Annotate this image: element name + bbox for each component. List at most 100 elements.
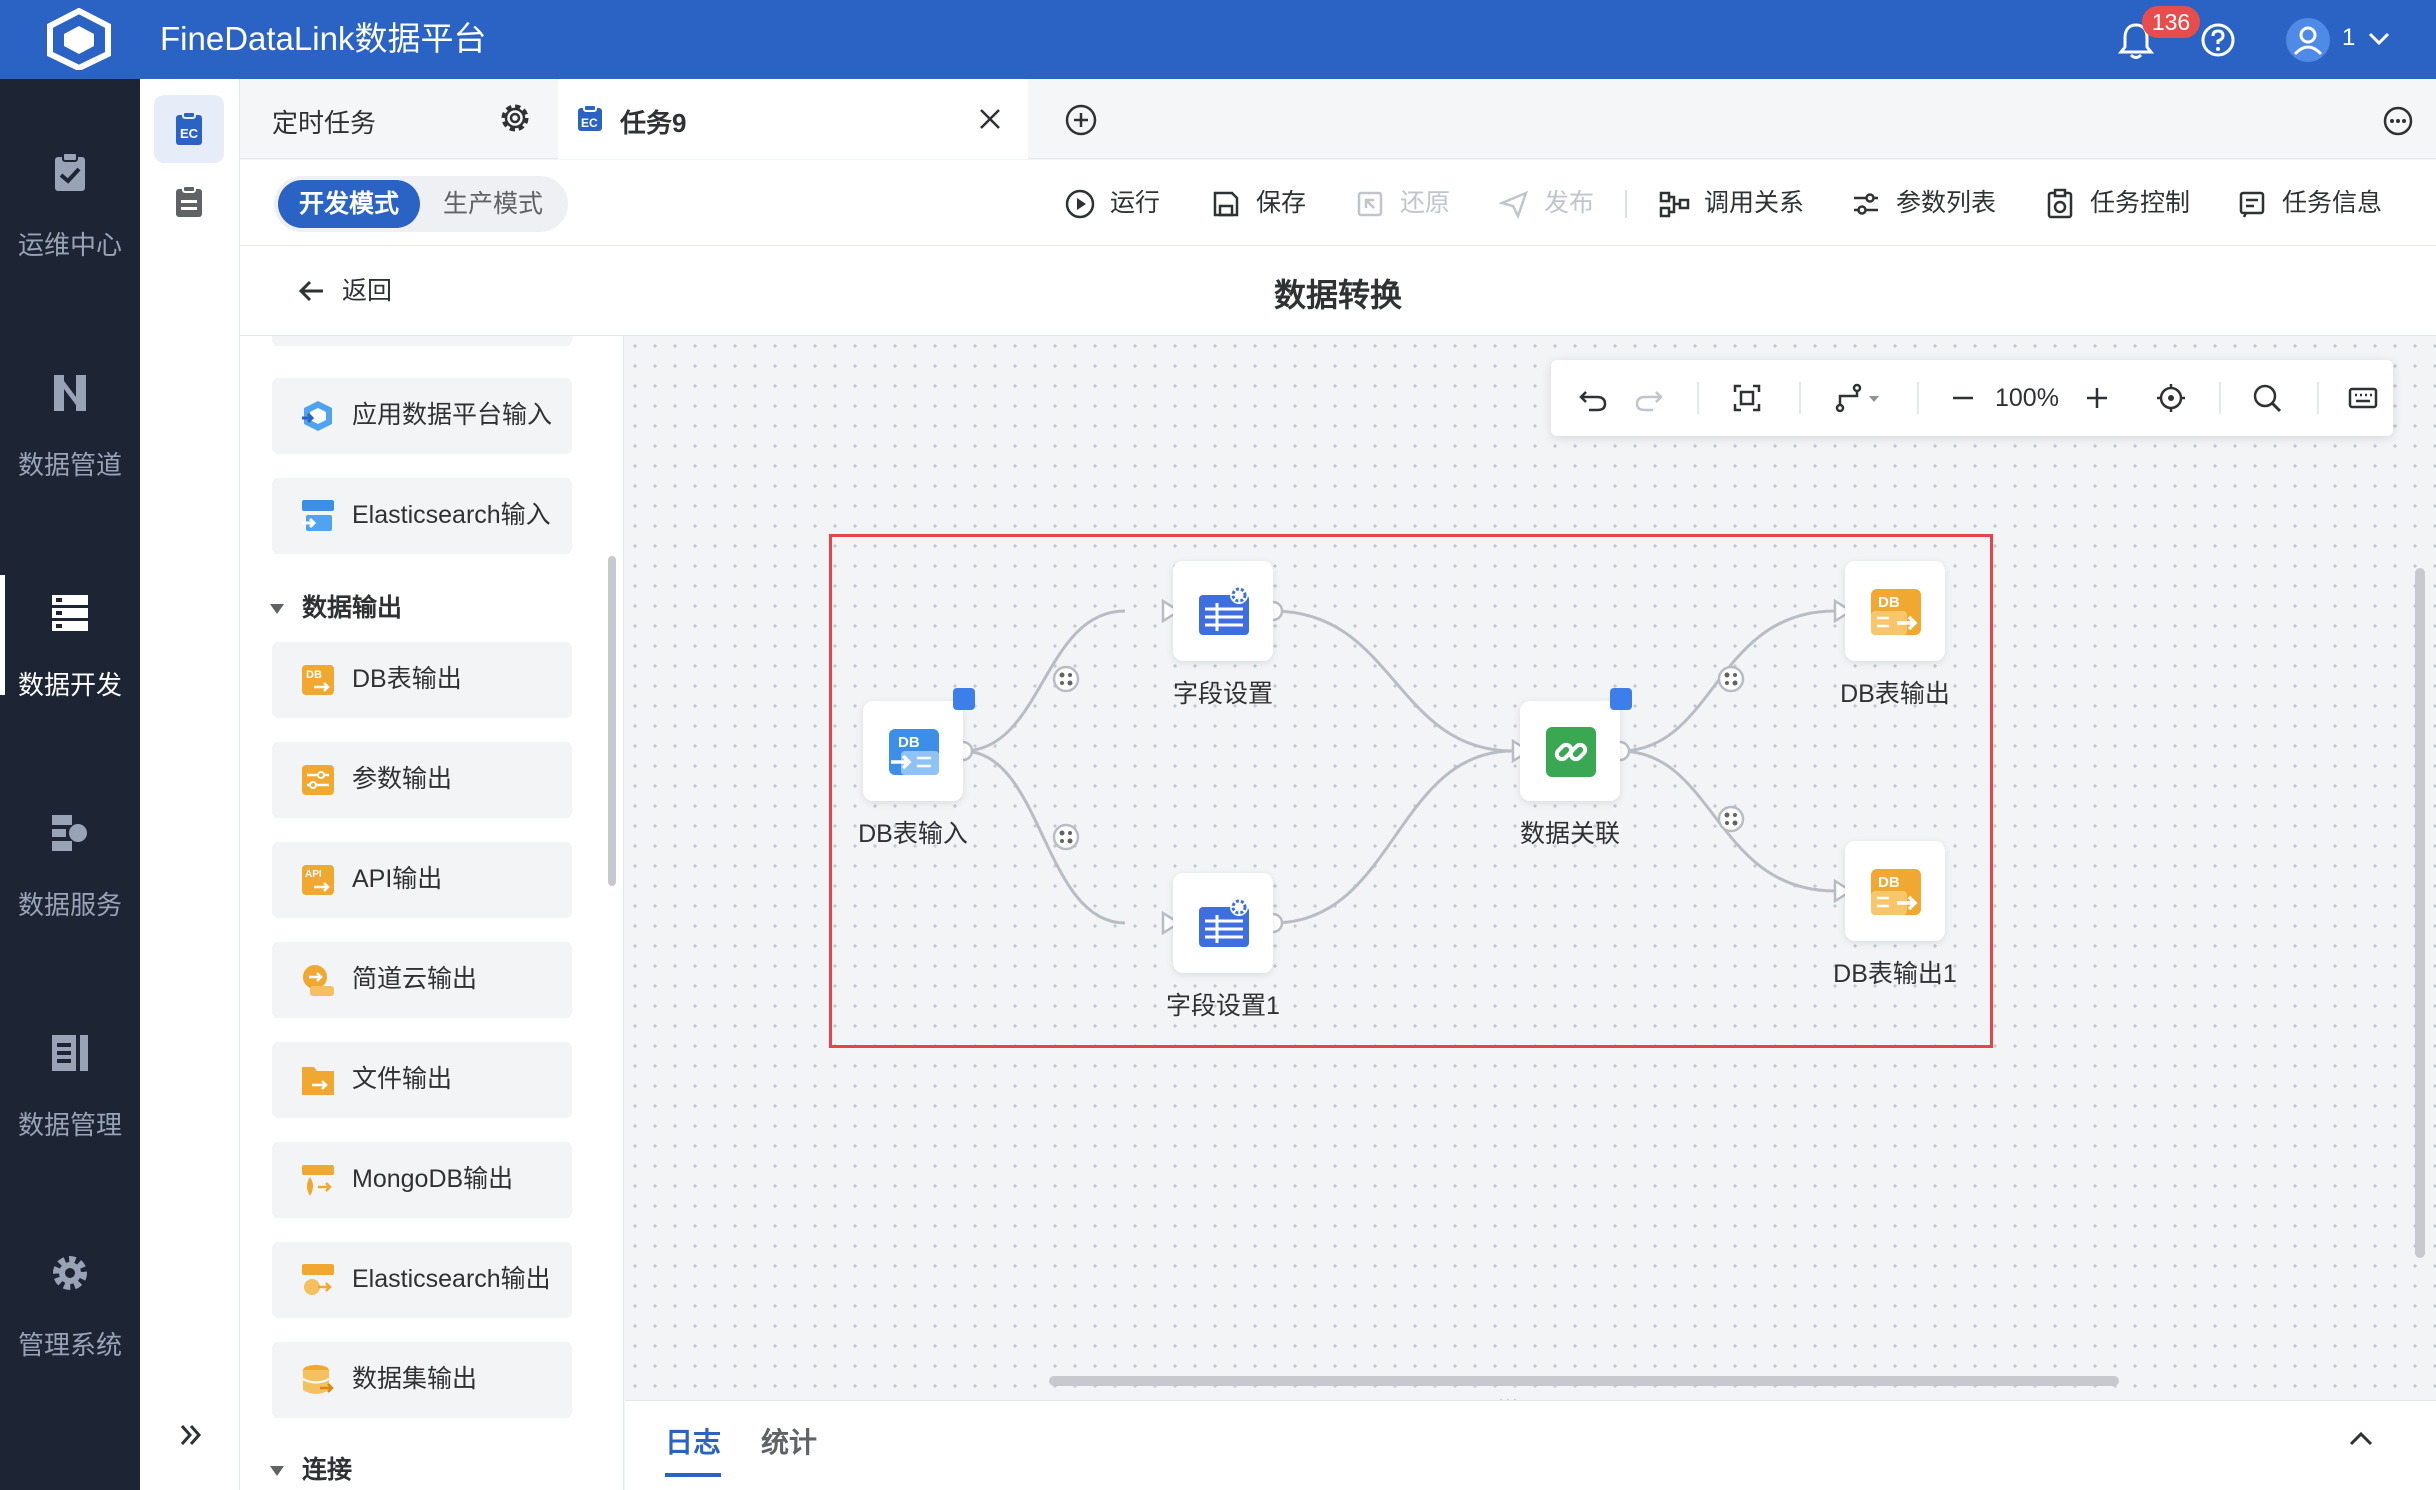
- user-avatar[interactable]: [2286, 18, 2330, 62]
- prod-mode-button[interactable]: 生产模式: [422, 180, 564, 228]
- group-connect[interactable]: 连接: [270, 1450, 352, 1484]
- fit-view-icon[interactable]: [1731, 382, 1763, 414]
- tab-task9[interactable]: EC 任务9: [558, 79, 1028, 159]
- node-field-settings[interactable]: [1173, 561, 1273, 661]
- call-relation-button[interactable]: 调用关系: [1658, 186, 1808, 222]
- nav-label: 数据服务: [17, 890, 122, 920]
- chevron-up-icon[interactable]: [2347, 1425, 2375, 1453]
- finedatalink-logo-icon[interactable]: [44, 8, 114, 70]
- canvas-horizontal-scrollbar[interactable]: [1049, 1376, 2119, 1386]
- component-label: Elasticsearch输入: [352, 501, 551, 529]
- component-param-output[interactable]: 参数输出: [272, 742, 572, 818]
- component-jdy-output[interactable]: 简道云输出: [272, 942, 572, 1018]
- task-control-icon: [2047, 188, 2073, 219]
- component-elasticsearch-input[interactable]: Elasticsearch输入: [272, 478, 572, 554]
- run-button[interactable]: 运行: [1064, 186, 1164, 222]
- help-icon[interactable]: [2200, 22, 2236, 58]
- component-api-output[interactable]: API API输出: [272, 842, 572, 918]
- component-mongodb-output[interactable]: MongoDB输出: [272, 1142, 572, 1218]
- clipboard-check-icon: [55, 152, 85, 191]
- more-options-icon[interactable]: [2382, 105, 2414, 137]
- task-control-label: 任务控制: [2090, 189, 2191, 217]
- svg-text:DB: DB: [1878, 874, 1900, 891]
- dev-mode-button[interactable]: 开发模式: [278, 180, 420, 228]
- svg-text:DB: DB: [898, 734, 920, 751]
- add-tab-icon[interactable]: [1064, 103, 1098, 137]
- nav-item-data-manage[interactable]: 数据管理: [0, 1031, 140, 1211]
- user-name[interactable]: 1: [2342, 24, 2355, 52]
- nav-item-system[interactable]: 管理系统: [0, 1251, 140, 1431]
- node-db-output-1[interactable]: DB: [1845, 841, 1945, 941]
- locate-icon[interactable]: [2155, 382, 2187, 414]
- component-item-partial[interactable]: [272, 336, 572, 346]
- node-label: DB表输入: [858, 820, 968, 848]
- node-data-join[interactable]: [1520, 701, 1620, 801]
- gear-icon[interactable]: [498, 101, 532, 135]
- node-field-settings-1[interactable]: [1173, 873, 1273, 973]
- tab-stats[interactable]: 统计: [761, 1421, 817, 1461]
- nav-item-data-pipeline[interactable]: 数据管道: [0, 371, 140, 551]
- task-info-button[interactable]: 任务信息: [2236, 186, 2386, 222]
- component-elasticsearch-output[interactable]: Elasticsearch输出: [272, 1242, 572, 1318]
- zoom-in-icon[interactable]: [2081, 382, 2113, 414]
- nav-label: 运维中心: [17, 230, 122, 260]
- scissors-tag-icon[interactable]: [953, 688, 975, 710]
- toolbar-divider: [1697, 382, 1699, 414]
- param-list-button[interactable]: 参数列表: [1850, 186, 2000, 222]
- top-bar: FineDataLink数据平台 136 1: [0, 0, 2436, 79]
- component-file-output[interactable]: 文件输出: [272, 1042, 572, 1118]
- component-db-output[interactable]: DB DB表输出: [272, 642, 572, 718]
- flow-canvas[interactable]: DB DB表输入 字段设置 字段设置1 数据关联 DB DB表输出 DB DB表…: [625, 336, 2436, 1400]
- elasticsearch-input-icon: [302, 500, 334, 531]
- task-info-icon: [2239, 191, 2265, 218]
- nav-label: 数据管道: [17, 450, 122, 480]
- component-dataset-output[interactable]: 数据集输出: [272, 1342, 572, 1418]
- toolbar-divider: [2317, 382, 2319, 414]
- panel-scrollbar[interactable]: [608, 556, 616, 886]
- double-chevron-right-icon[interactable]: [176, 1420, 206, 1450]
- data-join-icon: [1546, 727, 1596, 777]
- task-list-icon[interactable]: EC: [172, 111, 206, 147]
- node-db-input[interactable]: DB: [863, 701, 963, 801]
- component-label: 参数输出: [352, 765, 453, 793]
- search-icon[interactable]: [2251, 382, 2283, 414]
- chevron-down-icon[interactable]: [2366, 26, 2392, 52]
- line-style-dropdown-icon[interactable]: [1833, 382, 1883, 414]
- component-label: 应用数据平台输入: [352, 401, 553, 429]
- publish-label: 发布: [1544, 189, 1595, 217]
- undo-icon[interactable]: [1577, 382, 1609, 414]
- restore-icon: [1357, 191, 1383, 217]
- caret-down-icon: [270, 1466, 284, 1477]
- group-data-output[interactable]: 数据输出: [270, 588, 402, 622]
- relation-icon: [1659, 191, 1690, 218]
- clipboard-icon[interactable]: [172, 185, 206, 219]
- nav-item-data-service[interactable]: 数据服务: [0, 811, 140, 991]
- tab-log[interactable]: 日志: [665, 1421, 722, 1477]
- task-control-button[interactable]: 任务控制: [2044, 186, 2194, 222]
- component-app-platform-input[interactable]: 应用数据平台输入: [272, 378, 572, 454]
- component-label: API输出: [352, 865, 443, 893]
- publish-button[interactable]: 发布: [1498, 186, 1598, 222]
- back-button[interactable]: 返回: [296, 274, 436, 310]
- keyboard-icon[interactable]: [2347, 382, 2379, 414]
- tab-label: 定时任务: [272, 108, 377, 138]
- page-header: 数据转换 返回: [240, 246, 2436, 336]
- node-db-output[interactable]: DB: [1845, 561, 1945, 661]
- tab-scheduled-tasks[interactable]: 定时任务: [240, 79, 556, 159]
- nav-item-ops-center[interactable]: 运维中心: [0, 151, 140, 331]
- scissors-tag-icon[interactable]: [1610, 688, 1632, 710]
- toolbar-divider: [2219, 382, 2221, 414]
- restore-button[interactable]: 还原: [1354, 186, 1454, 222]
- close-icon[interactable]: [978, 107, 1002, 131]
- left-nav: 运维中心 数据管道 数据开发 数据服务 数据管理 管理系统: [0, 79, 140, 1490]
- nav-item-data-dev[interactable]: 数据开发: [0, 575, 140, 771]
- redo-icon[interactable]: [1633, 382, 1665, 414]
- zoom-out-icon[interactable]: [1947, 382, 1979, 414]
- zoom-level: 100%: [1995, 384, 2059, 412]
- resize-handle-icon[interactable]: ⋯: [1497, 1388, 1521, 1400]
- notification-badge[interactable]: 136: [2142, 6, 2200, 38]
- db-input-icon: DB: [889, 729, 939, 775]
- canvas-vertical-scrollbar[interactable]: [2415, 568, 2425, 1258]
- component-label: Elasticsearch输出: [352, 1265, 551, 1293]
- save-button[interactable]: 保存: [1210, 186, 1310, 222]
